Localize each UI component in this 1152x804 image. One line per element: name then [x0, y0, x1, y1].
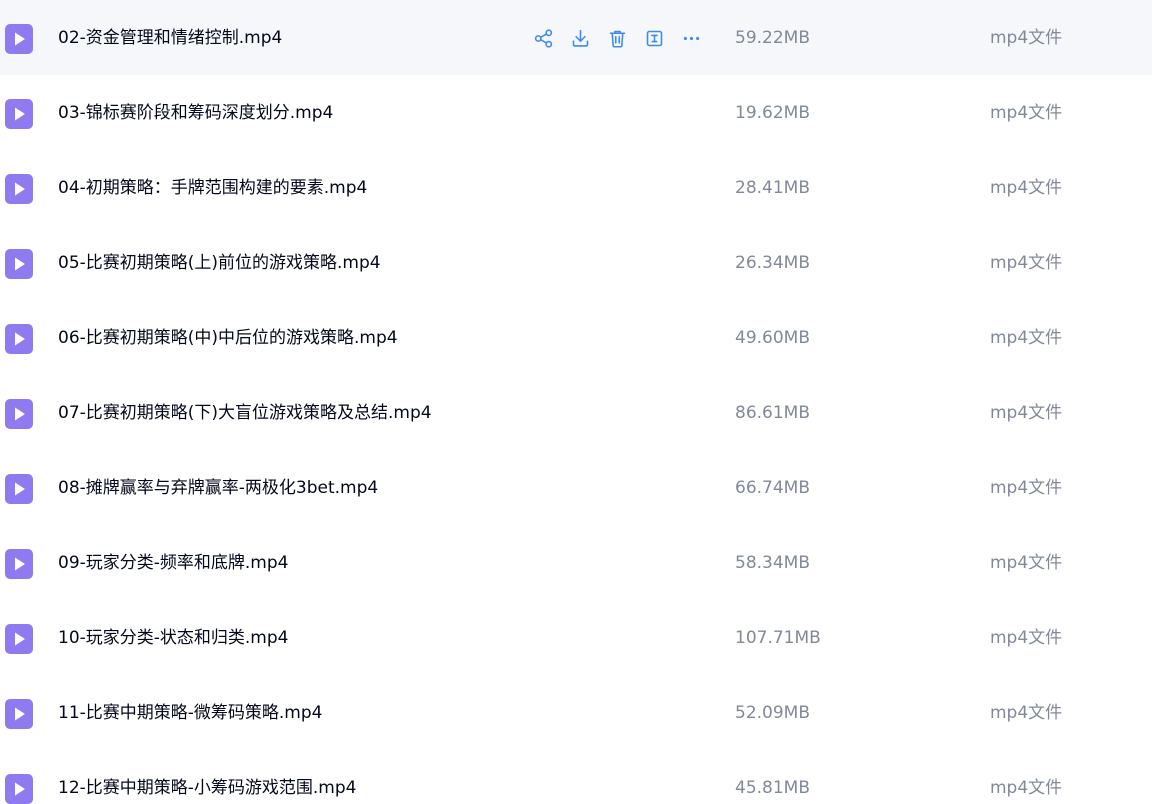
file-type: mp4文件 [990, 553, 1063, 573]
file-size: 19.62MB [735, 103, 810, 123]
file-row[interactable]: 10-玩家分类-状态和归类.mp4 107.71MB mp4文件 [0, 600, 1152, 675]
share-icon[interactable] [530, 25, 556, 51]
file-type: mp4文件 [990, 403, 1063, 423]
file-size: 66.74MB [735, 478, 810, 498]
file-type: mp4文件 [990, 478, 1063, 498]
file-type: mp4文件 [990, 628, 1063, 648]
more-icon[interactable] [678, 25, 704, 51]
file-type: mp4文件 [990, 328, 1063, 348]
row-actions [530, 25, 715, 51]
file-size: 49.60MB [735, 328, 810, 348]
file-name[interactable]: 07-比赛初期策略(下)大盲位游戏策略及总结.mp4 [58, 400, 432, 426]
rename-icon[interactable] [641, 25, 667, 51]
file-row[interactable]: 12-比赛中期策略-小筹码游戏范围.mp4 45.81MB mp4文件 [0, 750, 1152, 804]
file-row[interactable]: 11-比赛中期策略-微筹码策略.mp4 52.09MB mp4文件 [0, 675, 1152, 750]
file-name[interactable]: 12-比赛中期策略-小筹码游戏范围.mp4 [58, 775, 356, 801]
file-size: 107.71MB [735, 628, 821, 648]
video-file-icon [5, 99, 33, 129]
download-icon[interactable] [567, 25, 593, 51]
file-row[interactable]: 09-玩家分类-频率和底牌.mp4 58.34MB mp4文件 [0, 525, 1152, 600]
file-row[interactable]: 02-资金管理和情绪控制.mp4 59.22MB mp4文件 [0, 0, 1152, 75]
video-file-icon [5, 549, 33, 579]
file-row[interactable]: 05-比赛初期策略(上)前位的游戏策略.mp4 26.34MB mp4文件 [0, 225, 1152, 300]
file-size: 45.81MB [735, 778, 810, 798]
file-name[interactable]: 05-比赛初期策略(上)前位的游戏策略.mp4 [58, 250, 381, 276]
file-size: 52.09MB [735, 703, 810, 723]
file-name[interactable]: 02-资金管理和情绪控制.mp4 [58, 25, 282, 51]
file-size: 28.41MB [735, 178, 810, 198]
file-row[interactable]: 04-初期策略：手牌范围构建的要素.mp4 28.41MB mp4文件 [0, 150, 1152, 225]
file-type: mp4文件 [990, 703, 1063, 723]
file-name[interactable]: 04-初期策略：手牌范围构建的要素.mp4 [58, 175, 367, 201]
video-file-icon [5, 24, 33, 54]
file-name[interactable]: 09-玩家分类-频率和底牌.mp4 [58, 550, 288, 576]
file-type: mp4文件 [990, 178, 1063, 198]
file-type: mp4文件 [990, 28, 1063, 48]
file-row[interactable]: 03-锦标赛阶段和筹码深度划分.mp4 19.62MB mp4文件 [0, 75, 1152, 150]
file-name[interactable]: 08-摊牌赢率与弃牌赢率-两极化3bet.mp4 [58, 475, 378, 501]
video-file-icon [5, 474, 33, 504]
file-name[interactable]: 06-比赛初期策略(中)中后位的游戏策略.mp4 [58, 325, 398, 351]
file-size: 86.61MB [735, 403, 810, 423]
file-name[interactable]: 10-玩家分类-状态和归类.mp4 [58, 625, 288, 651]
file-type: mp4文件 [990, 253, 1063, 273]
video-file-icon [5, 324, 33, 354]
file-size: 26.34MB [735, 253, 810, 273]
delete-icon[interactable] [604, 25, 630, 51]
video-file-icon [5, 174, 33, 204]
video-file-icon [5, 399, 33, 429]
video-file-icon [5, 774, 33, 804]
file-name[interactable]: 03-锦标赛阶段和筹码深度划分.mp4 [58, 100, 333, 126]
file-name[interactable]: 11-比赛中期策略-微筹码策略.mp4 [58, 700, 322, 726]
file-row[interactable]: 06-比赛初期策略(中)中后位的游戏策略.mp4 49.60MB mp4文件 [0, 300, 1152, 375]
video-file-icon [5, 624, 33, 654]
file-row[interactable]: 08-摊牌赢率与弃牌赢率-两极化3bet.mp4 66.74MB mp4文件 [0, 450, 1152, 525]
file-type: mp4文件 [990, 103, 1063, 123]
file-list: 02-资金管理和情绪控制.mp4 59.22MB mp4文件 03-锦标赛阶段和筹码深… [0, 0, 1152, 804]
video-file-icon [5, 699, 33, 729]
file-size: 59.22MB [735, 28, 810, 48]
file-type: mp4文件 [990, 778, 1063, 798]
file-row[interactable]: 07-比赛初期策略(下)大盲位游戏策略及总结.mp4 86.61MB mp4文件 [0, 375, 1152, 450]
file-size: 58.34MB [735, 553, 810, 573]
video-file-icon [5, 249, 33, 279]
